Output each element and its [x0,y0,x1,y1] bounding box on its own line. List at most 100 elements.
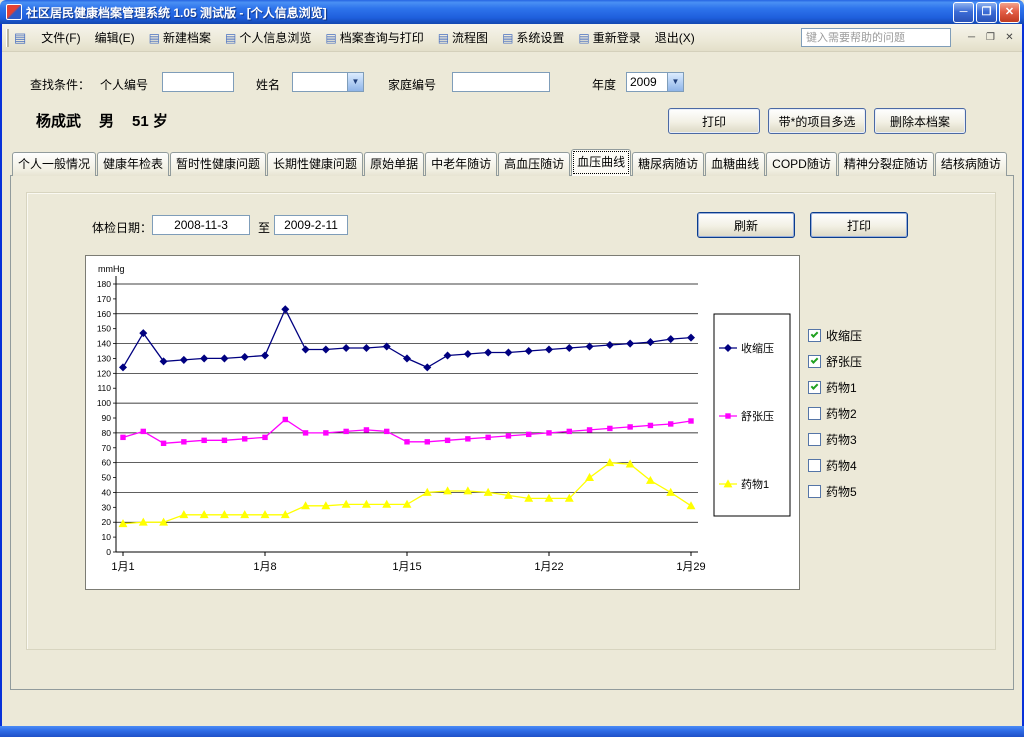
chart-print-button[interactable]: 打印 [810,212,908,238]
checkbox-row-0[interactable]: 收缩压 [808,322,862,348]
patient-age: 51 岁 [132,110,168,131]
checkbox-label: 舒张压 [826,353,862,370]
svg-text:130: 130 [97,353,111,363]
tab-8[interactable]: 糖尿病随访 [632,152,704,176]
svg-text:60: 60 [102,458,112,468]
menu-item-6[interactable]: ▤系统设置 [495,25,571,50]
person-id-input[interactable] [162,72,234,92]
menu-item-1[interactable]: 编辑(E) [88,25,142,50]
title-bar: 社区居民健康档案管理系统 1.05 测试版 - [个人信息浏览] ─ ❐ ✕ [0,0,1024,24]
minimize-button[interactable]: ─ [953,2,974,23]
tab-strip: 个人一般情况健康年检表暂时性健康问题长期性健康问题原始单据中老年随访高血压随访血… [12,149,1008,176]
menu-item-2[interactable]: ▤新建档案 [142,25,218,50]
menu-item-label: 退出(X) [655,29,695,46]
menu-item-label: 新建档案 [163,29,211,46]
tab-0[interactable]: 个人一般情况 [12,152,96,176]
svg-text:40: 40 [102,487,112,497]
exam-date-label: 体检日期： [92,219,152,236]
name-combo-value [293,73,347,91]
checkbox-4[interactable] [808,433,821,446]
taskbar-strip [0,726,1024,737]
svg-text:舒张压: 舒张压 [741,409,774,423]
toolbar-grip-icon[interactable] [6,29,9,47]
checkbox-label: 药物5 [826,483,857,500]
svg-text:1月29: 1月29 [676,561,705,573]
svg-text:110: 110 [97,383,111,393]
mdi-restore-icon[interactable]: ❐ [982,30,999,45]
maximize-button[interactable]: ❐ [976,2,997,23]
tab-6[interactable]: 高血压随访 [498,152,570,176]
tab-4[interactable]: 原始单据 [364,152,424,176]
svg-text:mmHg: mmHg [98,264,125,274]
close-button[interactable]: ✕ [999,2,1020,23]
checkbox-row-2[interactable]: 药物1 [808,374,862,400]
series-checkbox-column: 收缩压舒张压药物1 药物2药物3 药物4 药物5 [808,322,862,504]
window-title: 社区居民健康档案管理系统 1.05 测试版 - [个人信息浏览] [26,4,953,21]
svg-text:160: 160 [97,309,111,319]
checkbox-5[interactable] [808,459,821,472]
svg-text:140: 140 [97,339,111,349]
checkbox-6[interactable] [808,485,821,498]
svg-text:1月8: 1月8 [253,561,276,573]
name-combo[interactable]: ▼ [292,72,364,92]
chevron-down-icon[interactable]: ▼ [347,73,363,91]
mdi-minimize-icon[interactable]: ─ [963,30,980,45]
menu-item-label: 文件(F) [41,29,80,46]
date-from-input[interactable] [152,215,250,235]
tab-10[interactable]: COPD随访 [766,152,837,176]
menu-item-8[interactable]: 退出(X) [648,25,702,50]
check-mark-icon [811,382,819,390]
checkbox-1[interactable] [808,355,821,368]
menu-item-7[interactable]: ▤重新登录 [571,25,647,50]
checkbox-row-4[interactable]: 药物3 [808,426,862,452]
menu-item-label: 重新登录 [593,29,641,46]
chevron-down-icon[interactable]: ▼ [667,73,683,91]
checkbox-row-5[interactable]: 药物4 [808,452,862,478]
svg-text:30: 30 [102,502,112,512]
check-mark-icon [811,330,819,338]
menu-item-3[interactable]: ▤个人信息浏览 [218,25,318,50]
checkbox-label: 药物1 [826,379,857,396]
checkbox-0[interactable] [808,329,821,342]
tab-3[interactable]: 长期性健康问题 [267,152,363,176]
menu-grid-icon[interactable]: ▤ [14,30,26,46]
checkbox-row-1[interactable]: 舒张压 [808,348,862,374]
family-id-input[interactable] [452,72,550,92]
menu-item-label: 流程图 [452,29,488,46]
tab-1[interactable]: 健康年检表 [97,152,169,176]
svg-text:10: 10 [102,532,112,542]
search-print-icon: ▤ [325,31,336,45]
delete-record-button[interactable]: 删除本档案 [874,108,966,134]
checkbox-label: 药物4 [826,457,857,474]
menu-item-label: 个人信息浏览 [239,29,311,46]
app-root: { "window": { "title": "社区居民健康档案管理系统 1.0… [0,0,1024,737]
year-combo[interactable]: 2009 ▼ [626,72,684,92]
tab-12[interactable]: 结核病随访 [935,152,1007,176]
window-border-left [0,24,2,726]
tab-2[interactable]: 暂时性健康问题 [170,152,266,176]
mdi-close-icon[interactable]: ✕ [1001,30,1018,45]
svg-text:80: 80 [102,428,112,438]
menu-item-label: 编辑(E) [95,29,135,46]
multi-select-button[interactable]: 带*的项目多选 [768,108,866,134]
date-to-input[interactable] [274,215,348,235]
menu-item-label: 系统设置 [516,29,564,46]
patient-summary: 杨成武 男 51 岁 [36,110,168,131]
tab-5[interactable]: 中老年随访 [425,152,497,176]
checkbox-row-6[interactable]: 药物5 [808,478,862,504]
checkbox-2[interactable] [808,381,821,394]
tab-9[interactable]: 血糖曲线 [705,152,765,176]
window-controls: ─ ❐ ✕ [953,2,1020,23]
checkbox-row-3[interactable]: 药物2 [808,400,862,426]
menu-item-4[interactable]: ▤档案查询与打印 [318,25,430,50]
menu-item-5[interactable]: ▤流程图 [431,25,495,50]
tab-7[interactable]: 血压曲线 [571,149,631,176]
tab-11[interactable]: 精神分裂症随访 [838,152,934,176]
checkbox-3[interactable] [808,407,821,420]
print-record-button[interactable]: 打印 [668,108,760,134]
svg-text:1月1: 1月1 [111,561,134,573]
refresh-button[interactable]: 刷新 [697,212,795,238]
svg-text:120: 120 [97,368,111,378]
menu-item-0[interactable]: 文件(F) [34,25,87,50]
help-search-input[interactable] [801,28,951,47]
